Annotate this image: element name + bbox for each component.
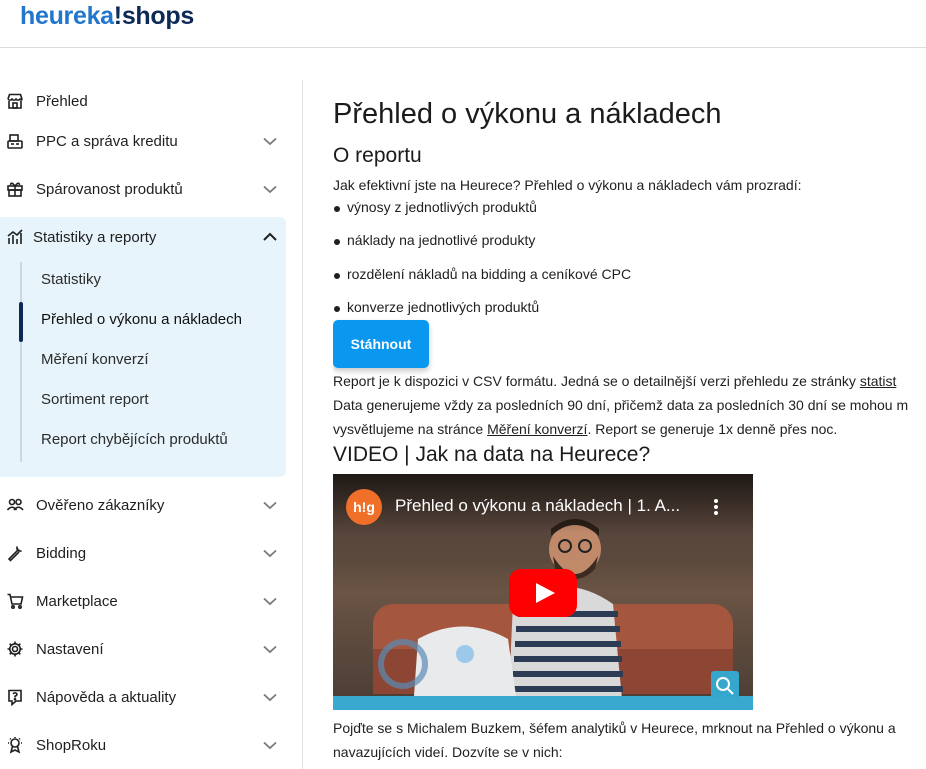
list-item-text: konverze jednotlivých produktů (347, 299, 540, 315)
wrench-icon (6, 544, 24, 562)
help-icon (6, 688, 24, 706)
play-button[interactable] (509, 569, 577, 617)
outro-line-2: navazujících videí. Dozvíte se v nich: (333, 744, 563, 760)
logo-part-shops: !shops (113, 2, 194, 30)
logo-part-heureka: heureka (20, 2, 114, 30)
chevron-down-icon[interactable] (261, 736, 279, 754)
info-line-3: vysvětlujeme na stránce Měření konverzí.… (333, 421, 837, 437)
sidebar-item-bidding[interactable]: Bidding (0, 533, 286, 573)
channel-avatar[interactable]: h!g (346, 489, 382, 525)
list-item-text: rozdělení nákladů na bidding a ceníkové … (347, 266, 632, 282)
chevron-up-icon[interactable] (261, 228, 279, 246)
submenu-item-prehled-o-vykonu[interactable]: Přehled o výkonu a nákladech (41, 311, 242, 328)
about-heading: O reportu (333, 144, 422, 167)
store-icon (6, 92, 24, 110)
gear-icon (6, 640, 24, 658)
list-item-text: náklady na jednotlivé produkty (347, 232, 536, 248)
statistiky-link[interactable]: statist (860, 373, 897, 389)
download-button[interactable]: Stáhnout (333, 320, 429, 368)
sidebar-item-prehled[interactable]: Přehled (0, 81, 286, 121)
sidebar-item-nastaveni[interactable]: Nastavení (0, 629, 286, 669)
chart-icon (6, 228, 24, 246)
cart-icon (6, 592, 24, 610)
sidebar-item-overeno-zakazniky[interactable]: Ověřeno zákazníky (0, 485, 286, 525)
outro-line-1: Pojďte se s Michalem Buzkem, šéfem analy… (333, 720, 896, 736)
sidebar-item-label: Přehled (36, 92, 88, 110)
heureka-shops-logo[interactable]: heureka!shops (20, 2, 194, 31)
youtube-video-embed[interactable]: h!g Přehled o výkonu a nákladech | 1. A.… (333, 474, 753, 710)
intro-text: Jak efektivní jste na Heurece? Přehled o… (333, 177, 802, 193)
sidebar-item-label: Bidding (36, 544, 87, 562)
sidebar-item-label: Ověřeno zákazníky (36, 496, 165, 514)
video-title[interactable]: Přehled o výkonu a nákladech | 1. A... (395, 496, 680, 516)
info-text: vysvětlujeme na stránce (333, 421, 488, 437)
chevron-down-icon[interactable] (261, 496, 279, 514)
cash-register-icon (6, 132, 24, 150)
submenu-item-mereni-konverzi[interactable]: Měření konverzí (41, 351, 149, 368)
sidebar-item-label: Spárovanost produktů (36, 180, 183, 198)
submenu-track (20, 262, 22, 462)
sidebar-item-shoproku[interactable]: ShopRoku (0, 725, 286, 765)
chevron-down-icon[interactable] (261, 592, 279, 610)
sidebar-item-label: PPC a správa kreditu (36, 132, 178, 150)
sidebar-item-label: Nastavení (36, 640, 104, 658)
chevron-down-icon[interactable] (261, 180, 279, 198)
chevron-down-icon[interactable] (261, 132, 279, 150)
submenu-item-statistiky[interactable]: Statistiky (41, 271, 101, 288)
channel-badge-text: h!g (353, 499, 375, 515)
sidebar-item-ppc[interactable]: PPC a správa kreditu (0, 121, 286, 161)
bullet-dot (334, 239, 340, 245)
page-title: Přehled o výkonu a nákladech (333, 98, 722, 130)
chevron-down-icon[interactable] (261, 688, 279, 706)
list-item-text: výnosy z jednotlivých produktů (347, 199, 537, 215)
info-text: . Report se generuje 1x denně přes noc. (587, 421, 838, 437)
info-line-1: Report je k dispozici v CSV formátu. Jed… (333, 373, 896, 389)
bullet-dot (334, 273, 340, 279)
award-icon (6, 736, 24, 754)
sidebar-item-marketplace[interactable]: Marketplace (0, 581, 286, 621)
gift-box-icon (6, 180, 24, 198)
chevron-down-icon[interactable] (261, 640, 279, 658)
sidebar-item-label: ShopRoku (36, 736, 107, 754)
submenu-item-report-chybejicich[interactable]: Report chybějících produktů (41, 431, 228, 448)
users-icon (6, 496, 24, 514)
main-content: Přehled o výkonu a nákladech O reportu J… (333, 0, 926, 769)
youtube-play-icon (509, 569, 577, 617)
info-line-2: Data generujeme vždy za posledních 90 dn… (333, 397, 909, 413)
sidebar-item-sparovanost[interactable]: Spárovanost produktů (0, 169, 286, 209)
bullet-dot (334, 206, 340, 212)
sidebar-item-label: Marketplace (36, 592, 118, 610)
submenu-active-indicator (19, 302, 23, 342)
video-heading: VIDEO | Jak na data na Heurece? (333, 443, 651, 466)
chevron-down-icon[interactable] (261, 544, 279, 562)
info-text: Report je k dispozici v CSV formátu. Jed… (333, 373, 860, 389)
mereni-konverzi-link[interactable]: Měření konverzí (487, 421, 587, 437)
sidebar-item-statistiky-a-reporty[interactable]: Statistiky a reporty (0, 217, 286, 257)
submenu-item-sortiment-report[interactable]: Sortiment report (41, 391, 149, 408)
more-options-icon[interactable] (713, 497, 719, 517)
sidebar-item-label: Statistiky a reporty (33, 228, 157, 246)
sidebar-item-label: Nápověda a aktuality (36, 688, 177, 706)
sidebar-item-napoveda[interactable]: Nápověda a aktuality (0, 677, 286, 717)
bullet-dot (334, 306, 340, 312)
